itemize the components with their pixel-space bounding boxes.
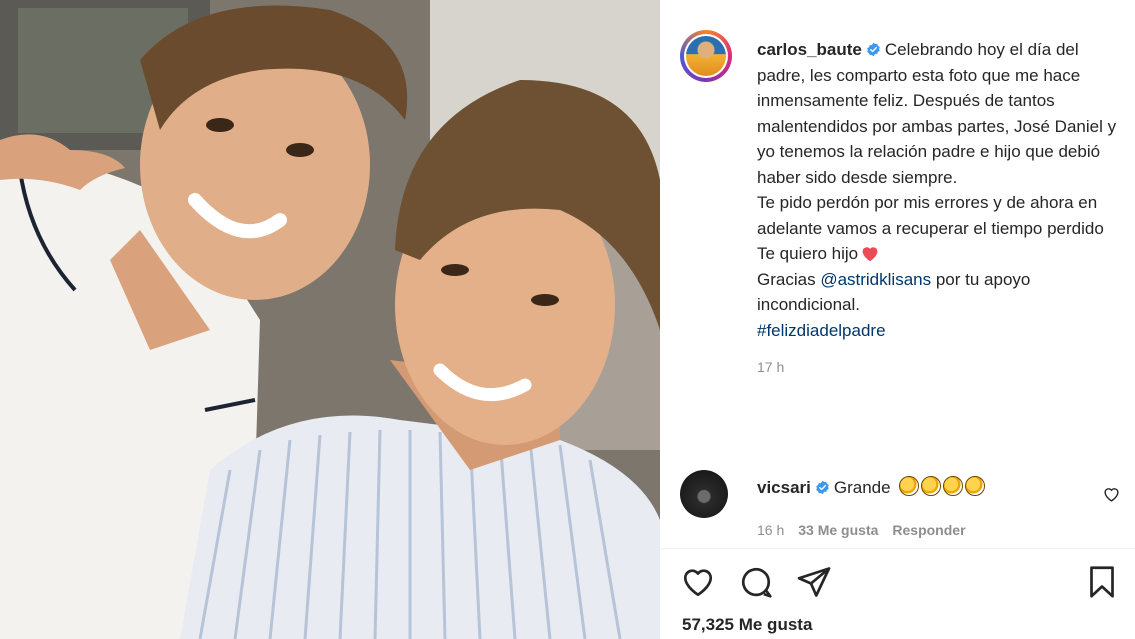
caption-paragraph-3: Te quiero hijo: [757, 244, 859, 263]
hashtag-link[interactable]: #felizdiadelpadre: [757, 321, 886, 340]
clapping-hands-icon: [899, 476, 920, 496]
selfie-illustration: [0, 0, 660, 639]
verified-badge-icon: [866, 42, 881, 57]
post-actions-bar: [680, 564, 1120, 602]
caption-text: carlos_baute Celebrando hoy el día del pa…: [757, 37, 1117, 381]
comment-body: vicsari Grande: [757, 476, 986, 498]
verified-badge-icon: [815, 480, 830, 495]
actions-divider: [660, 548, 1135, 549]
caption-timestamp[interactable]: 17 h: [757, 355, 1117, 381]
commenter-avatar[interactable]: [680, 470, 728, 518]
avatar-image: [686, 36, 726, 76]
clapping-hands-icon: [921, 476, 942, 496]
comment-icon[interactable]: [738, 564, 774, 600]
comment-text: Grande: [833, 478, 891, 497]
comment-item: vicsari Grande 16 h 33 Me gusta Responder: [680, 470, 1120, 540]
clapping-hands-icon: [943, 476, 964, 496]
mention-link[interactable]: @astridklisans: [820, 270, 931, 289]
author-avatar[interactable]: [680, 30, 732, 82]
post-photo: [0, 0, 660, 639]
bookmark-icon[interactable]: [1084, 564, 1120, 600]
caption-paragraph-1: Celebrando hoy el día del padre, les com…: [757, 40, 1117, 187]
heart-icon[interactable]: [680, 564, 716, 600]
comment-meta: 16 h 33 Me gusta Responder: [757, 522, 966, 538]
reply-button[interactable]: Responder: [892, 522, 965, 538]
share-icon[interactable]: [796, 564, 832, 600]
comment-like-heart-icon[interactable]: [1103, 486, 1120, 503]
caption-paragraph-2: Te pido perdón por mis errores y de ahor…: [757, 193, 1104, 238]
clapping-hands-icon: [965, 476, 986, 496]
red-heart-icon: [860, 244, 880, 262]
comment-likes[interactable]: 33 Me gusta: [798, 522, 878, 538]
comment-time[interactable]: 16 h: [757, 522, 784, 538]
commenter-username[interactable]: vicsari: [757, 478, 811, 497]
clapping-hands-emoji-row: [899, 476, 986, 496]
post-details-panel: carlos_baute Celebrando hoy el día del pa…: [660, 0, 1135, 639]
author-username[interactable]: carlos_baute: [757, 40, 862, 59]
thanks-prefix: Gracias: [757, 269, 816, 289]
post-like-count[interactable]: 57,325 Me gusta: [682, 615, 812, 635]
